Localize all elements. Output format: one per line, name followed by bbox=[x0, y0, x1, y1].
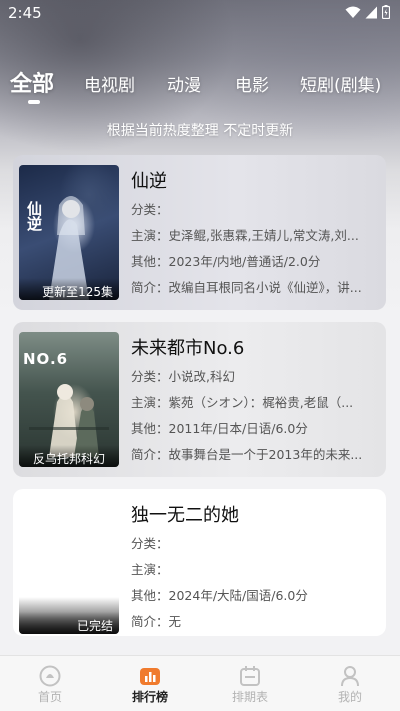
tab-tv-series[interactable]: 电视剧 bbox=[84, 71, 135, 96]
wifi-icon bbox=[345, 6, 361, 18]
category-label: 分类： bbox=[131, 536, 169, 551]
cast-label: 主演： bbox=[131, 228, 169, 243]
item-cast: 主演： bbox=[131, 561, 381, 587]
item-other: 其他：2011年/日本/日语/6.0分 bbox=[131, 420, 381, 446]
ranking-card[interactable]: NO.6 反乌托邦科幻 未来都市No.6 分类：小说改,科幻 主演：紫苑（シオン… bbox=[13, 322, 386, 477]
other-label: 其他： bbox=[131, 588, 169, 603]
poster-badge: 已完结 bbox=[19, 612, 119, 634]
home-icon bbox=[39, 665, 61, 687]
item-title[interactable]: 独一无二的她 bbox=[131, 501, 381, 535]
poster-image[interactable]: 仙逆 更新至125集 bbox=[19, 165, 119, 300]
nav-profile[interactable]: 我的 bbox=[300, 656, 400, 711]
calendar-icon bbox=[240, 666, 260, 686]
item-other: 其他：2023年/内地/普通话/2.0分 bbox=[131, 253, 381, 279]
tab-anime[interactable]: 动漫 bbox=[167, 71, 201, 96]
status-icons bbox=[345, 5, 390, 19]
poster-title-art: NO.6 bbox=[23, 350, 69, 368]
nav-schedule[interactable]: 排期表 bbox=[200, 656, 300, 711]
item-info: 未来都市No.6 分类：小说改,科幻 主演：紫苑（シオン）：梶裕贵,老鼠（...… bbox=[131, 334, 381, 472]
nav-ranking-label: 排行榜 bbox=[131, 690, 168, 704]
intro-value: 无 bbox=[168, 614, 182, 629]
category-value: 小说改,科幻 bbox=[168, 369, 235, 384]
cast-label: 主演： bbox=[131, 562, 169, 577]
ranking-subtitle: 根据当前热度整理 不定时更新 bbox=[106, 123, 294, 139]
nav-home-label: 首页 bbox=[37, 690, 62, 704]
bottom-nav: 首页 排行榜 排期表 我的 bbox=[0, 655, 400, 711]
poster-image[interactable]: 已完结 bbox=[19, 499, 119, 634]
ranking-icon bbox=[140, 668, 160, 685]
ranking-card[interactable]: 仙逆 更新至125集 仙逆 分类： 主演：史泽鲲,张惠霖,王婧儿,常文涛,刘..… bbox=[13, 155, 386, 310]
item-cast: 主演：紫苑（シオン）：梶裕贵,老鼠（... bbox=[131, 394, 381, 420]
item-category: 分类： bbox=[131, 201, 381, 227]
poster-badge: 更新至125集 bbox=[19, 278, 119, 300]
status-bar: 2:45 bbox=[0, 0, 400, 28]
item-title[interactable]: 仙逆 bbox=[131, 167, 381, 201]
intro-label: 简介： bbox=[131, 447, 169, 462]
item-other: 其他：2024年/大陆/国语/6.0分 bbox=[131, 587, 381, 613]
category-label: 分类： bbox=[131, 202, 169, 217]
other-label: 其他： bbox=[131, 421, 169, 436]
profile-icon bbox=[341, 666, 359, 687]
item-intro: 简介：改编自耳根同名小说《仙逆》，讲... bbox=[131, 279, 381, 305]
nav-home[interactable]: 首页 bbox=[0, 656, 100, 711]
item-info: 独一无二的她 分类： 主演： 其他：2024年/大陆/国语/6.0分 简介：无 bbox=[131, 501, 381, 636]
cast-value: 史泽鲲,张惠霖,王婧儿,常文涛,刘... bbox=[168, 228, 359, 243]
intro-value: 故事舞台是一个于2013年的未来... bbox=[168, 447, 363, 462]
item-category: 分类： bbox=[131, 535, 381, 561]
nav-profile-label: 我的 bbox=[337, 690, 362, 704]
signal-icon bbox=[365, 6, 377, 18]
item-category: 分类：小说改,科幻 bbox=[131, 368, 381, 394]
cast-value: 紫苑（シオン）：梶裕贵,老鼠（... bbox=[168, 395, 354, 410]
category-tabs: 全部 电视剧 动漫 电影 短剧(剧集) bbox=[0, 62, 400, 106]
nav-ranking[interactable]: 排行榜 bbox=[100, 656, 200, 711]
tab-indicator bbox=[28, 100, 40, 104]
other-value: 2024年/大陆/国语/6.0分 bbox=[168, 588, 308, 603]
item-title[interactable]: 未来都市No.6 bbox=[131, 334, 381, 368]
cast-label: 主演： bbox=[131, 395, 169, 410]
item-cast: 主演：史泽鲲,张惠霖,王婧儿,常文涛,刘... bbox=[131, 227, 381, 253]
battery-icon bbox=[382, 5, 390, 19]
other-value: 2023年/内地/普通话/2.0分 bbox=[168, 254, 321, 269]
item-intro: 简介：无 bbox=[131, 613, 381, 636]
poster-title-art: 仙逆 bbox=[25, 201, 43, 231]
tab-movies[interactable]: 电影 bbox=[235, 71, 269, 96]
tab-all[interactable]: 全部 bbox=[10, 66, 54, 98]
intro-value: 改编自耳根同名小说《仙逆》，讲... bbox=[168, 280, 362, 295]
category-label: 分类： bbox=[131, 369, 169, 384]
poster-badge: 反乌托邦科幻 bbox=[19, 445, 119, 467]
ranking-card[interactable]: 已完结 独一无二的她 分类： 主演： 其他：2024年/大陆/国语/6.0分 简… bbox=[13, 489, 386, 636]
poster-image[interactable]: NO.6 反乌托邦科幻 bbox=[19, 332, 119, 467]
item-intro: 简介：故事舞台是一个于2013年的未来... bbox=[131, 446, 381, 472]
item-info: 仙逆 分类： 主演：史泽鲲,张惠霖,王婧儿,常文涛,刘... 其他：2023年/… bbox=[131, 167, 381, 305]
intro-label: 简介： bbox=[131, 280, 169, 295]
intro-label: 简介： bbox=[131, 614, 169, 629]
status-time: 2:45 bbox=[8, 4, 42, 22]
other-value: 2011年/日本/日语/6.0分 bbox=[168, 421, 308, 436]
other-label: 其他： bbox=[131, 254, 169, 269]
tab-short-drama[interactable]: 短剧(剧集) bbox=[300, 71, 381, 96]
nav-schedule-label: 排期表 bbox=[231, 690, 268, 704]
